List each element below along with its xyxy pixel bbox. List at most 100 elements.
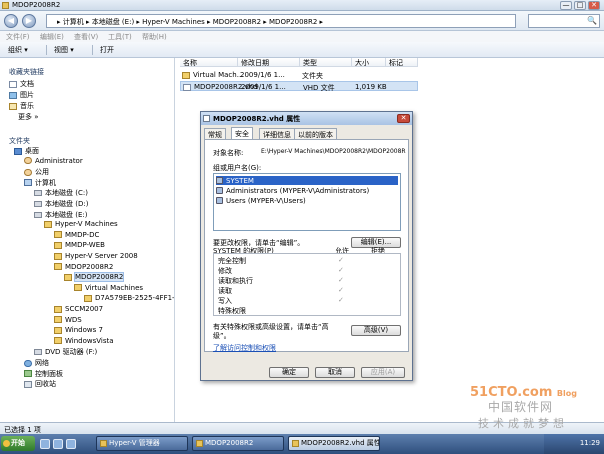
check-icon: ✓ <box>338 296 344 304</box>
apply-button[interactable]: 应用(A) <box>361 367 405 378</box>
folder-icon <box>84 294 92 302</box>
minimize-button[interactable]: — <box>560 1 572 10</box>
folder-icon <box>2 2 9 9</box>
tree-item[interactable]: 控制面板 <box>16 369 63 379</box>
tree-item[interactable]: 网络 <box>16 358 49 368</box>
tree-item[interactable]: 公用 <box>16 167 49 177</box>
folder-icon <box>44 220 52 228</box>
tree-item[interactable]: Windows 7 <box>46 326 103 334</box>
toolbar-separator <box>46 45 47 55</box>
file-icon <box>203 115 210 122</box>
user-item-system[interactable]: SYSTEM <box>216 176 398 185</box>
computer-icon <box>24 179 32 187</box>
organize-button[interactable]: 组织 ▾ <box>8 45 28 55</box>
users-list[interactable]: SYSTEM Administrators (MYPER-V\Administr… <box>213 173 401 231</box>
favorite-music[interactable]: 音乐 <box>9 101 34 111</box>
tree-item[interactable]: SCCM2007 <box>46 305 103 313</box>
perm-row: 修改 ✓ <box>218 266 344 275</box>
tree-item[interactable]: Hyper-V Machines <box>36 220 118 228</box>
favorite-documents[interactable]: 文档 <box>9 79 34 89</box>
tree-item[interactable]: Administrator <box>16 157 83 165</box>
breadcrumb[interactable]: ▸ 计算机 ▸ 本地磁盘 (E:) ▸ Hyper-V Machines ▸ M… <box>57 17 323 27</box>
tab-general[interactable]: 常规 <box>204 128 226 139</box>
check-icon: ✓ <box>338 286 344 294</box>
quicklaunch-desktop-icon[interactable] <box>40 439 50 449</box>
tree-item[interactable]: 计算机 <box>16 178 56 188</box>
menu-help[interactable]: 帮助(H) <box>142 32 167 42</box>
watermark-logo: 51CTO.com Blog 中国软件网 技术成就梦想 <box>470 385 577 430</box>
tree-item[interactable]: MDOP2008R2 <box>56 272 125 283</box>
open-button[interactable]: 打开 <box>100 45 114 55</box>
tree-item[interactable]: 回收站 <box>16 379 56 389</box>
tree-item[interactable]: 本地磁盘 (E:) <box>26 210 87 220</box>
permissions-list: 完全控制 ✓ 修改 ✓ 读取和执行 ✓ 读取 ✓ 写入 ✓ 特殊权限 <box>213 253 401 316</box>
tab-previous-versions[interactable]: 以前的版本 <box>294 128 337 139</box>
column-date[interactable]: 修改日期 <box>238 58 300 67</box>
tree-item[interactable]: MMDP-WEB <box>46 241 105 249</box>
maximize-button[interactable]: □ <box>574 1 586 10</box>
dialog-title: MDOP2008R2.vhd 属性 <box>213 115 301 123</box>
ok-button[interactable]: 确定 <box>269 367 309 378</box>
file-row-selected[interactable]: MDOP2008R2.vhd 2009/1/6 1... VHD 文件 1,01… <box>180 81 418 92</box>
views-button[interactable]: 视图 ▾ <box>54 45 74 55</box>
column-type[interactable]: 类型 <box>300 58 352 67</box>
task-properties[interactable]: MDOP2008R2.vhd 属性 <box>288 436 380 451</box>
tab-details[interactable]: 详细信息 <box>259 128 295 139</box>
tree-item[interactable]: Virtual Machines <box>66 284 143 292</box>
pictures-icon <box>9 91 17 99</box>
access-control-link[interactable]: 了解访问控制和权限 <box>213 343 276 353</box>
forward-button[interactable]: ▶ <box>22 14 36 28</box>
music-icon <box>9 102 17 110</box>
favorite-more[interactable]: 更多 » <box>18 112 39 122</box>
window-title: MDOP2008R2 <box>12 1 61 9</box>
favorite-pictures[interactable]: 图片 <box>9 90 34 100</box>
column-tag[interactable]: 标记 <box>386 58 418 67</box>
close-button[interactable]: ✕ <box>588 1 600 10</box>
tree-item[interactable]: DVD 驱动器 (F:) <box>26 347 97 357</box>
advanced-button[interactable]: 高级(V) <box>351 325 401 336</box>
quicklaunch-explorer-icon[interactable] <box>66 439 76 449</box>
dialog-titlebar: MDOP2008R2.vhd 属性 ✕ <box>201 112 412 125</box>
tree-item[interactable]: D7A579EB-2525-4FF1-988F-E9B7D8 <box>76 294 174 302</box>
search-input[interactable]: 🔍 <box>528 14 600 28</box>
tree-item[interactable]: 桌面 <box>6 146 39 156</box>
folder-icon <box>54 305 62 313</box>
start-button[interactable]: 开始 <box>1 436 35 451</box>
folder-icon <box>74 284 82 292</box>
users-icon <box>216 187 223 194</box>
back-button[interactable]: ◀ <box>4 14 18 28</box>
folder-icon <box>54 316 62 324</box>
tree-item[interactable]: MDOP2008R2 <box>46 263 113 271</box>
menu-tools[interactable]: 工具(T) <box>108 32 132 42</box>
menu-view[interactable]: 查看(V) <box>74 32 98 42</box>
task-hyperv-manager[interactable]: Hyper-V 管理器 <box>96 436 188 451</box>
file-row[interactable]: Virtual Mach... 2009/1/6 1... 文件夹 <box>180 70 418 80</box>
file-icon <box>292 440 299 447</box>
perm-row: 读取和执行 ✓ <box>218 276 344 285</box>
user-item-users[interactable]: Users (MYPER-V\Users) <box>216 196 398 205</box>
tree-item[interactable]: WDS <box>46 316 82 324</box>
column-name[interactable]: 名称 <box>180 58 238 67</box>
column-size[interactable]: 大小 <box>352 58 386 67</box>
search-icon[interactable]: 🔍 <box>587 16 597 25</box>
task-mdop-folder[interactable]: MDOP2008R2 <box>192 436 284 451</box>
menu-edit[interactable]: 编辑(E) <box>40 32 64 42</box>
quicklaunch-ie-icon[interactable] <box>53 439 63 449</box>
tree-item[interactable]: MMDP-DC <box>46 231 99 239</box>
tree-item[interactable]: 本地磁盘 (D:) <box>26 199 88 209</box>
tree-item[interactable]: 本地磁盘 (C:) <box>26 188 88 198</box>
check-icon: ✓ <box>338 266 344 274</box>
clock[interactable]: 11:29 <box>580 439 600 447</box>
documents-icon <box>9 80 17 88</box>
user-item-administrators[interactable]: Administrators (MYPER-V\Administrators) <box>216 186 398 195</box>
groups-label: 组或用户名(G): <box>213 164 262 172</box>
tree-item[interactable]: WindowsVista <box>46 337 114 345</box>
menu-file[interactable]: 文件(F) <box>6 32 30 42</box>
tree-item[interactable]: Hyper-V Server 2008 <box>46 252 138 260</box>
folder-icon <box>54 252 62 260</box>
cancel-button[interactable]: 取消 <box>315 367 355 378</box>
address-bar[interactable]: ▸ 计算机 ▸ 本地磁盘 (E:) ▸ Hyper-V Machines ▸ M… <box>46 14 516 28</box>
folder-icon <box>64 273 72 281</box>
dialog-close-button[interactable]: ✕ <box>397 114 410 123</box>
drive-icon <box>34 201 42 207</box>
